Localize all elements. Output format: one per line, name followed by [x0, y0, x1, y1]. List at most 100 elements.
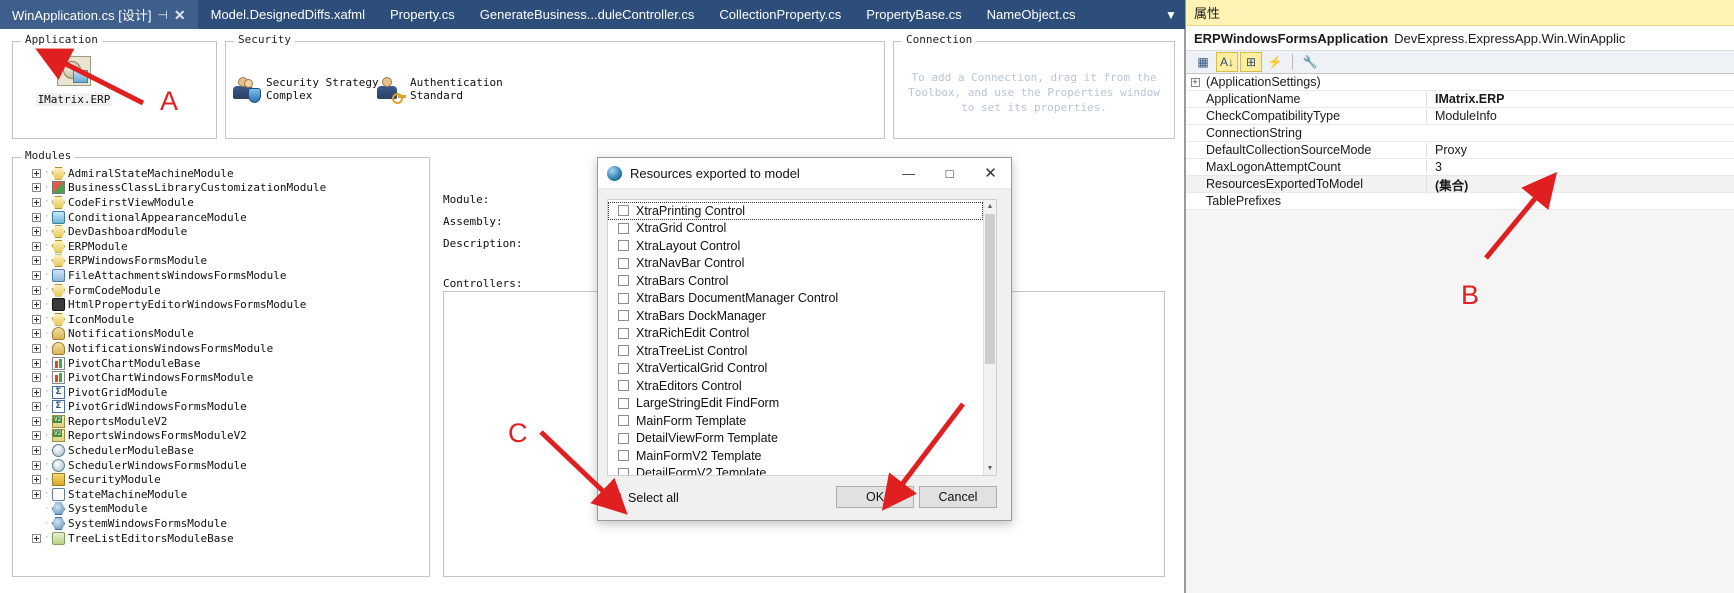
tab-propertybase-cs[interactable]: PropertyBase.cs — [854, 0, 975, 29]
resource-checkbox[interactable] — [618, 310, 629, 322]
resource-checkbox[interactable] — [618, 327, 629, 339]
resource-list-item[interactable]: DetailFormV2 Template — [608, 465, 983, 475]
resource-checkbox[interactable] — [618, 275, 629, 287]
expand-icon[interactable] — [32, 387, 41, 397]
tree-row[interactable]: ·· StateMachineModule — [18, 487, 424, 502]
expand-icon[interactable] — [32, 329, 41, 339]
resource-list-item[interactable]: XtraBars DockManager — [608, 307, 983, 325]
property-row[interactable]: ResourcesExportedToModel (集合) — [1186, 174, 1734, 194]
property-row[interactable]: + (ApplicationSettings) — [1186, 74, 1734, 91]
resource-list-item[interactable]: XtraEditors Control — [608, 377, 983, 395]
scrollbar-thumb[interactable] — [985, 214, 995, 364]
tab-model-designeddiffs[interactable]: Model.DesignedDiffs.xafml — [199, 0, 379, 29]
resource-checkbox[interactable] — [618, 380, 629, 392]
tree-row[interactable]: ·· FileAttachmentsWindowsFormsModule — [18, 268, 424, 283]
tree-row[interactable]: ·· ReportsModuleV2 — [18, 414, 424, 429]
ok-button[interactable]: OK — [836, 486, 914, 508]
resource-list-item[interactable]: XtraLayout Control — [608, 237, 983, 255]
property-row[interactable]: ConnectionString — [1186, 125, 1734, 142]
dialog-resource-list[interactable]: XtraPrinting Control XtraGrid Control Xtra… — [607, 199, 997, 476]
resource-checkbox[interactable] — [618, 415, 629, 427]
tab-overflow-icon[interactable]: ▼ — [1157, 0, 1185, 29]
expand-icon[interactable] — [32, 460, 41, 470]
resource-list-item[interactable]: XtraRichEdit Control — [608, 325, 983, 343]
tree-row[interactable]: ·· SecurityModule — [18, 472, 424, 487]
security-strategy-item[interactable]: Security Strategy Complex — [232, 76, 379, 103]
modules-tree[interactable]: ·· AdmiralStateMachineModule ·· BusinessCla… — [18, 166, 424, 571]
resource-checkbox[interactable] — [618, 450, 629, 462]
tree-row[interactable]: ·· NotificationsWindowsFormsModule — [18, 341, 424, 356]
categorized-icon[interactable]: ▦ — [1192, 52, 1214, 72]
events-icon[interactable]: ⚡ — [1264, 52, 1286, 72]
tree-row[interactable]: ·· CodeFirstViewModule — [18, 195, 424, 210]
tab-collectionproperty-cs[interactable]: CollectionProperty.cs — [707, 0, 855, 29]
tree-row[interactable]: ·· TreeListEditorsModuleBase — [18, 531, 424, 546]
expand-icon[interactable] — [32, 212, 41, 222]
property-expand-icon[interactable]: + — [1186, 77, 1204, 88]
tab-nameobject-cs[interactable]: NameObject.cs — [975, 0, 1089, 29]
tree-row[interactable]: ·· SchedulerWindowsFormsModule — [18, 458, 424, 473]
tree-row[interactable]: ·· SystemModule — [18, 502, 424, 517]
tab-property-cs[interactable]: Property.cs — [378, 0, 468, 29]
resource-list-item[interactable]: XtraBars Control — [608, 272, 983, 290]
expand-icon[interactable] — [32, 197, 41, 207]
resource-list-item[interactable]: XtraVerticalGrid Control — [608, 360, 983, 378]
tab-winapplication[interactable]: WinApplication.cs [设计] ⊣ ✕ — [0, 0, 199, 29]
property-row[interactable]: ApplicationName IMatrix.ERP — [1186, 91, 1734, 108]
close-icon[interactable]: ✕ — [174, 8, 186, 22]
resource-checkbox[interactable] — [618, 257, 629, 269]
tree-row[interactable]: ·· PivotChartWindowsFormsModule — [18, 370, 424, 385]
tree-row[interactable]: ·· PivotChartModuleBase — [18, 356, 424, 371]
properties-icon[interactable]: ⊞ — [1240, 52, 1262, 72]
authentication-item[interactable]: Authentication Standard — [376, 76, 503, 104]
resource-checkbox[interactable] — [618, 432, 629, 444]
expand-icon[interactable] — [32, 358, 41, 368]
tree-row[interactable]: ·· SystemWindowsFormsModule — [18, 516, 424, 531]
expand-icon[interactable] — [32, 373, 41, 383]
resource-checkbox[interactable] — [618, 205, 629, 217]
resource-list-item[interactable]: XtraBars DocumentManager Control — [608, 290, 983, 308]
tree-row[interactable]: ·· AdmiralStateMachineModule — [18, 166, 424, 181]
tree-row[interactable]: ·· DevDashboardModule — [18, 224, 424, 239]
select-all-checkbox[interactable] — [610, 492, 621, 504]
tree-row[interactable]: ·· ConditionalAppearanceModule — [18, 210, 424, 225]
alphabetical-sort-icon[interactable]: A↓ — [1216, 52, 1238, 72]
resource-checkbox[interactable] — [618, 345, 629, 357]
property-value[interactable]: (集合) — [1426, 174, 1734, 194]
expand-icon[interactable] — [32, 402, 41, 412]
maximize-icon[interactable]: □ — [929, 158, 970, 189]
application-component[interactable]: IMatrix.ERP — [29, 56, 119, 108]
property-row[interactable]: CheckCompatibilityType ModuleInfo — [1186, 108, 1734, 125]
resource-checkbox[interactable] — [618, 222, 629, 234]
minimize-icon[interactable]: — — [888, 158, 929, 189]
resource-checkbox[interactable] — [618, 362, 629, 374]
resource-checkbox[interactable] — [618, 397, 629, 409]
expand-icon[interactable] — [32, 475, 41, 485]
expand-icon[interactable] — [32, 533, 41, 543]
tree-row[interactable]: ·· ERPWindowsFormsModule — [18, 254, 424, 269]
resource-list-item[interactable]: LargeStringEdit FindForm — [608, 395, 983, 413]
resource-list-item[interactable]: DetailViewForm Template — [608, 430, 983, 448]
expand-icon[interactable] — [32, 489, 41, 499]
tab-generatebusiness-controller[interactable]: GenerateBusiness...duleController.cs — [468, 0, 708, 29]
tree-row[interactable]: ·· Σ PivotGridModule — [18, 385, 424, 400]
expand-icon[interactable] — [32, 343, 41, 353]
expand-icon[interactable] — [32, 416, 41, 426]
tree-row[interactable]: ·· HtmlPropertyEditorWindowsFormsModule — [18, 297, 424, 312]
property-pages-icon[interactable]: 🔧 — [1299, 52, 1321, 72]
property-row[interactable]: TablePrefixes — [1186, 193, 1734, 210]
expand-icon[interactable] — [32, 183, 41, 193]
resource-list-item[interactable]: XtraNavBar Control — [608, 255, 983, 273]
expand-icon[interactable] — [32, 300, 41, 310]
expand-icon[interactable] — [32, 431, 41, 441]
resource-list-item[interactable]: MainFormV2 Template — [608, 447, 983, 465]
tree-row[interactable]: ·· NotificationsModule — [18, 327, 424, 342]
resource-list-item[interactable]: XtraGrid Control — [608, 220, 983, 238]
properties-grid[interactable]: + (ApplicationSettings) ApplicationName IMa… — [1186, 74, 1734, 210]
close-icon[interactable]: ✕ — [970, 158, 1011, 189]
expand-icon[interactable] — [32, 446, 41, 456]
cancel-button[interactable]: Cancel — [919, 486, 997, 508]
property-value[interactable]: 3 — [1426, 160, 1734, 174]
tree-row[interactable]: ·· Σ PivotGridWindowsFormsModule — [18, 400, 424, 415]
expand-icon[interactable] — [32, 285, 41, 295]
